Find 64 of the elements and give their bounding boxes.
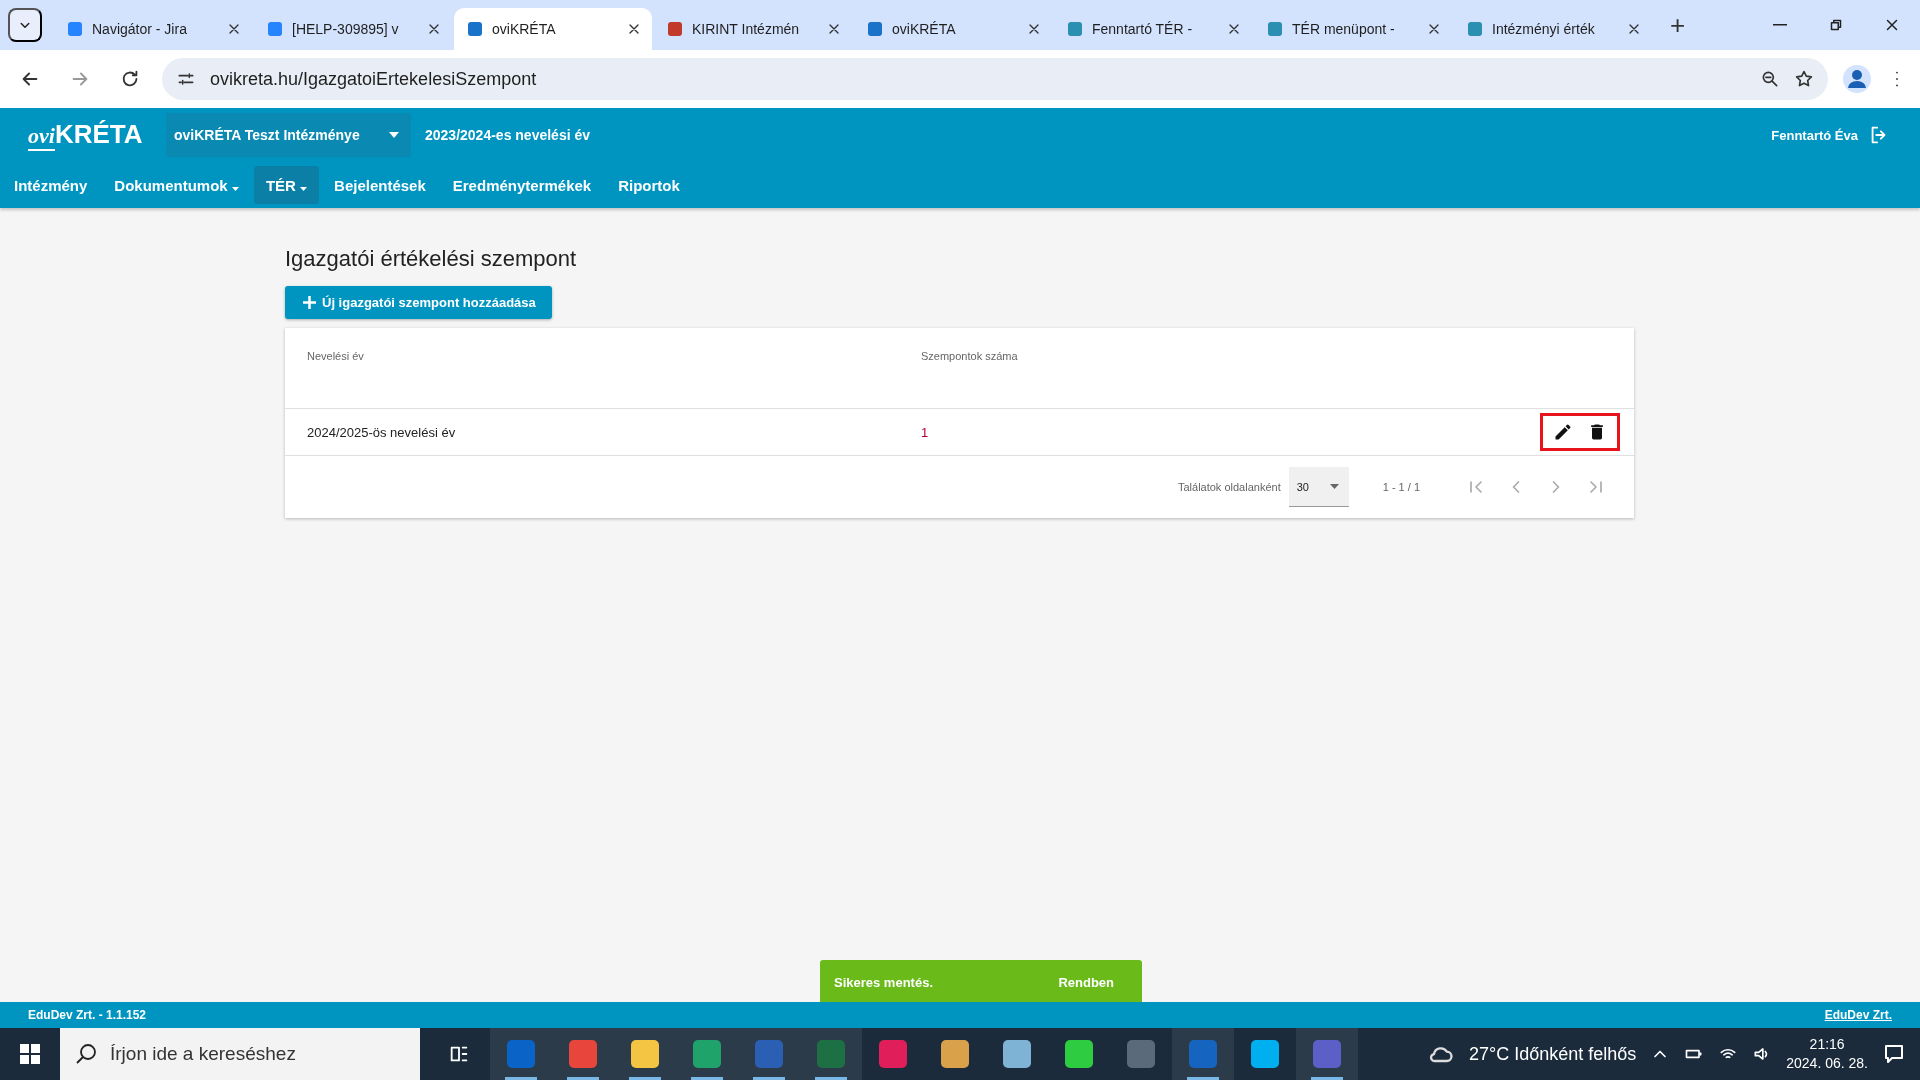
caret-icon: [389, 132, 399, 138]
url-text: ovikreta.hu/IgazgatoiErtekelesiSzempont: [210, 68, 538, 90]
browser-tab[interactable]: TÉR menüpont -: [1254, 8, 1452, 50]
app-icon: [693, 1040, 721, 1068]
taskbar-app-button[interactable]: [800, 1028, 862, 1080]
taskbar-app-button[interactable]: [490, 1028, 552, 1080]
weather-text: 27°C Időnként felhős: [1468, 1043, 1637, 1065]
taskbar-app-button[interactable]: [1172, 1028, 1234, 1080]
star-icon[interactable]: [1794, 69, 1814, 89]
column-header: Nevelési év: [306, 349, 365, 364]
app-icon: [1003, 1040, 1031, 1068]
version-text: EduDev Zrt. - 1.1.152: [28, 1008, 147, 1022]
app-icon: [1251, 1040, 1279, 1068]
minimize-icon: [1773, 24, 1787, 26]
taskbar-search-field[interactable]: Írjon ide a kereséshez: [60, 1028, 420, 1080]
profile-icon[interactable]: [1842, 64, 1872, 94]
browser-tab[interactable]: Intézményi érték: [1454, 8, 1652, 50]
zoom-icon[interactable]: [1760, 69, 1780, 89]
app-icon: [941, 1040, 969, 1068]
address-bar[interactable]: ovikreta.hu/IgazgatoiErtekelesiSzempont: [162, 58, 1828, 100]
app-logo: oviKRÉTA: [28, 119, 144, 151]
browser-tab[interactable]: oviKRÉTA: [454, 8, 652, 50]
browser-tab[interactable]: KIRINT Intézmén: [654, 8, 852, 50]
institution-dropdown[interactable]: oviKRÉTA Teszt Intézménye: [166, 113, 411, 157]
app-icon: [1127, 1040, 1155, 1068]
page-range-text: 1 - 1 / 1: [1382, 481, 1420, 493]
caret-icon: [300, 186, 308, 191]
pencil-icon: [1553, 422, 1573, 442]
page-title: Igazgatói értékelési szempont: [285, 246, 578, 272]
toast-message: Sikeres mentés.: [834, 975, 933, 990]
app-icon: [569, 1040, 597, 1068]
browser-tab[interactable]: Navigátor - Jira: [54, 8, 252, 50]
user-name: Fenntartó Éva: [1771, 127, 1858, 143]
column-header: Szempontok száma: [921, 349, 1018, 364]
plus-icon: [303, 296, 316, 309]
app-icon: [1313, 1040, 1341, 1068]
windows-logo-icon: [20, 1044, 40, 1064]
taskbar-app-button[interactable]: [1296, 1028, 1358, 1080]
nav-menu-item[interactable]: TÉR: [253, 166, 320, 204]
app-icon: [1189, 1040, 1217, 1068]
school-year-text: 2023/2024-es nevelési év: [425, 127, 591, 143]
browser-tab[interactable]: Fenntartó TÉR -: [1054, 8, 1252, 50]
app-icon: [631, 1040, 659, 1068]
table-cell-text: 2024/2025-ös nevelési év: [306, 424, 457, 440]
tab-search-button[interactable]: [8, 8, 42, 42]
table-cell: 1: [921, 424, 929, 440]
app-icon: [1065, 1040, 1093, 1068]
browser-tab[interactable]: [HELP-309895] v: [254, 8, 452, 50]
caret-icon: [231, 186, 239, 191]
new-tab-button[interactable]: +: [1664, 9, 1692, 42]
notification-icon[interactable]: [1882, 1042, 1906, 1066]
search-icon: [76, 1044, 96, 1064]
browser-tab[interactable]: oviKRÉTA: [854, 8, 1052, 50]
page-size-select[interactable]: 30: [1288, 467, 1349, 507]
clock-time: 21:16: [1809, 1035, 1845, 1054]
app-icon: [879, 1040, 907, 1068]
caret-icon: [1329, 484, 1339, 489]
app-icon: [507, 1040, 535, 1068]
search-placeholder: Írjon ide a kereséshez: [110, 1043, 296, 1065]
page-size-label: Találatok oldalanként: [1177, 481, 1281, 493]
clock-date: 2024. 06. 28.: [1786, 1054, 1868, 1073]
edit-button[interactable]: [1553, 422, 1573, 442]
app-icon: [755, 1040, 783, 1068]
app-icon: [817, 1040, 845, 1068]
